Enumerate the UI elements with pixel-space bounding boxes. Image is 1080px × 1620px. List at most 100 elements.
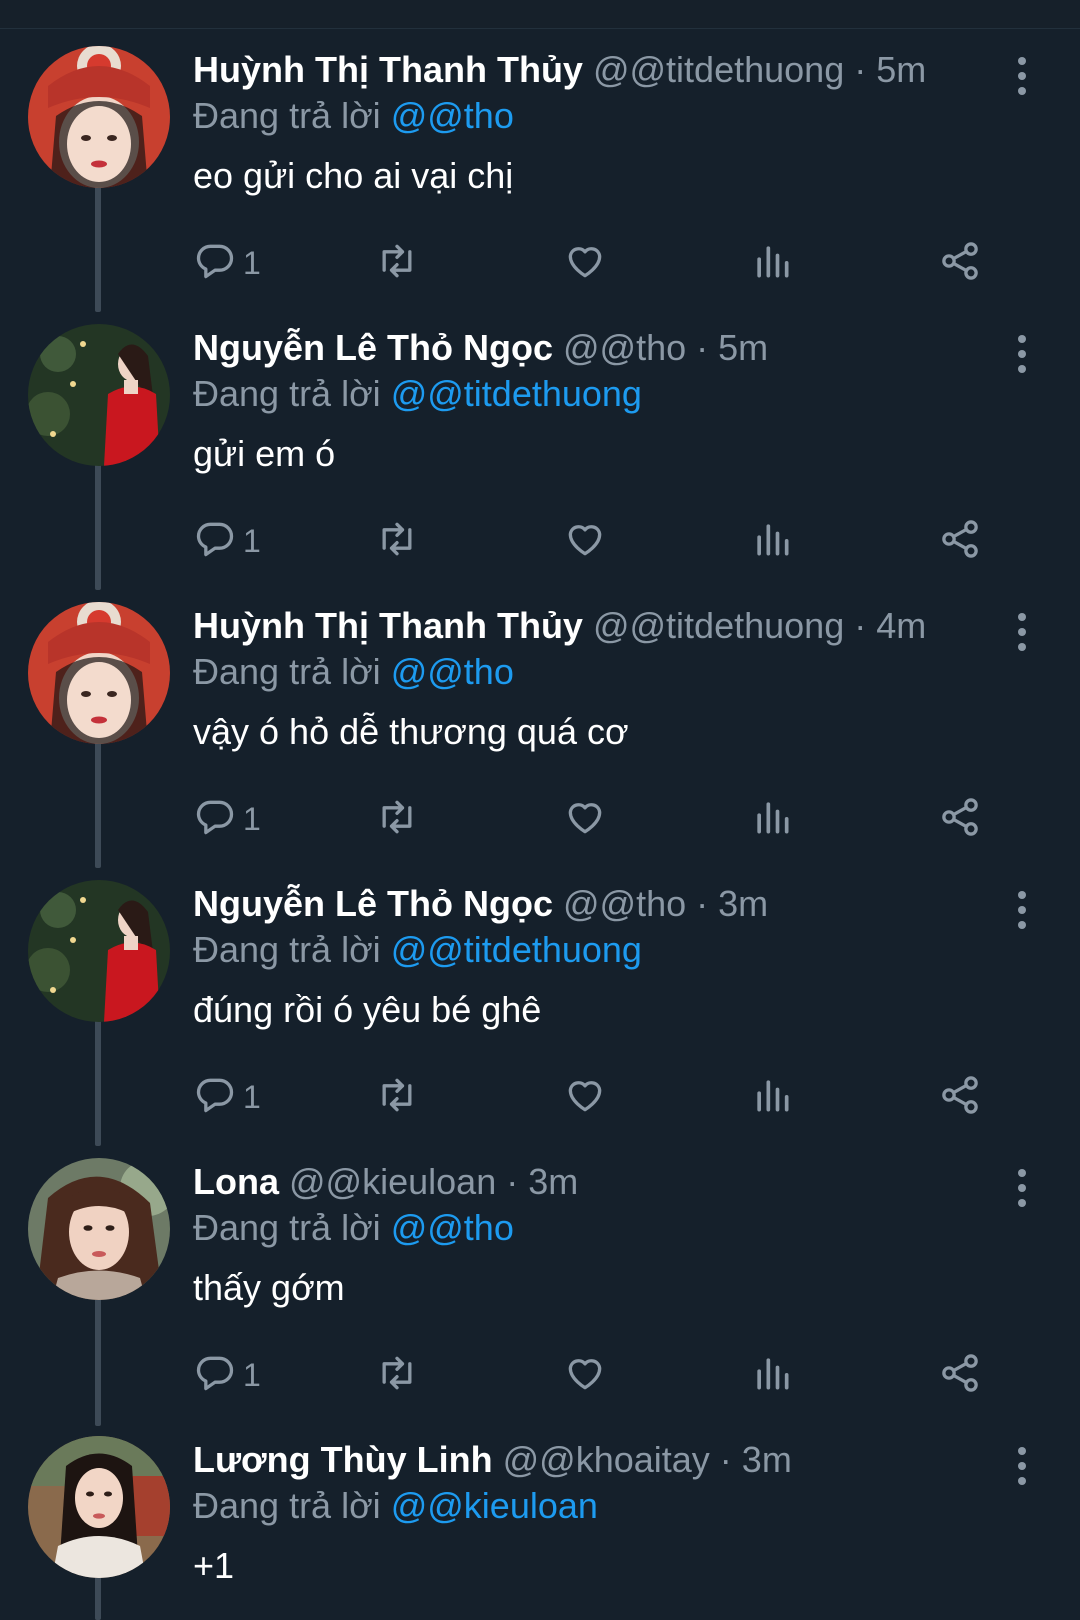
- reply-count: 1: [243, 244, 261, 281]
- replying-to-label: Đang trả lời: [193, 929, 381, 970]
- author-name[interactable]: Huỳnh Thị Thanh Thủy: [193, 49, 583, 90]
- tweet-text: vậy ó hỏ dễ thương quá cơ: [193, 711, 629, 752]
- replying-to: Đang trả lời @@tho: [193, 92, 514, 140]
- mention-link[interactable]: @@tho: [391, 95, 514, 136]
- avatar[interactable]: [28, 46, 170, 188]
- reply-tweet[interactable]: Nguyễn Lê Thỏ Ngọc @@tho · 5m Đang trả l…: [0, 306, 1080, 583]
- author-name[interactable]: Huỳnh Thị Thanh Thủy: [193, 605, 583, 646]
- reply-icon: [193, 1073, 237, 1122]
- reply-count: 1: [243, 800, 261, 837]
- more-vertical-icon[interactable]: [1010, 332, 1034, 376]
- share-icon: [938, 239, 982, 288]
- share-button[interactable]: [938, 1072, 982, 1122]
- views-button[interactable]: [750, 516, 794, 566]
- analytics-icon: [750, 1073, 794, 1122]
- tweet-actions: 1: [193, 516, 1033, 566]
- more-vertical-icon[interactable]: [1010, 1444, 1034, 1488]
- views-button[interactable]: [750, 1350, 794, 1400]
- views-button[interactable]: [750, 794, 794, 844]
- replying-to-label: Đang trả lời: [193, 651, 381, 692]
- author-handle-time: @@tho · 5m: [563, 327, 769, 368]
- retweet-button[interactable]: [375, 516, 419, 566]
- author-name[interactable]: Nguyễn Lê Thỏ Ngọc: [193, 883, 553, 924]
- share-button[interactable]: [938, 794, 982, 844]
- reply-button[interactable]: 1: [193, 1350, 261, 1400]
- like-button[interactable]: [563, 794, 607, 844]
- views-button[interactable]: [750, 238, 794, 288]
- author-handle-time: @@titdethuong · 4m: [592, 605, 927, 646]
- tweet-text: đúng rồi ó yêu bé ghê: [193, 989, 542, 1030]
- tweet-actions: 1: [193, 238, 1033, 288]
- tweet-text: thấy gớm: [193, 1267, 345, 1308]
- tweet-actions: 1: [193, 1350, 1033, 1400]
- mention-link[interactable]: @@tho: [391, 1207, 514, 1248]
- reply-tweet[interactable]: Lona @@kieuloan · 3m Đang trả lời @@tho …: [0, 1140, 1080, 1417]
- replying-to-label: Đang trả lời: [193, 95, 381, 136]
- more-vertical-icon[interactable]: [1010, 888, 1034, 932]
- avatar[interactable]: [28, 880, 170, 1022]
- mention-link[interactable]: @@tho: [391, 651, 514, 692]
- reply-tweet[interactable]: Huỳnh Thị Thanh Thủy @@titdethuong · 4m …: [0, 584, 1080, 861]
- replying-to: Đang trả lời @@tho: [193, 648, 514, 696]
- share-icon: [938, 1073, 982, 1122]
- retweet-button[interactable]: [375, 1072, 419, 1122]
- replying-to-label: Đang trả lời: [193, 1207, 381, 1248]
- share-icon: [938, 795, 982, 844]
- avatar[interactable]: [28, 1158, 170, 1300]
- author-handle-time: @@tho · 3m: [563, 883, 769, 924]
- replying-to: Đang trả lời @@kieuloan: [193, 1482, 598, 1530]
- retweet-button[interactable]: [375, 238, 419, 288]
- more-vertical-icon[interactable]: [1010, 54, 1034, 98]
- views-button[interactable]: [750, 1072, 794, 1122]
- replying-to: Đang trả lời @@tho: [193, 1204, 514, 1252]
- share-button[interactable]: [938, 238, 982, 288]
- author-name[interactable]: Lona: [193, 1161, 279, 1202]
- share-icon: [938, 517, 982, 566]
- tweet-text: gửi em ó: [193, 433, 336, 474]
- top-edge-bar: [0, 0, 1080, 29]
- avatar[interactable]: [28, 324, 170, 466]
- mention-link[interactable]: @@titdethuong: [391, 929, 642, 970]
- reply-icon: [193, 239, 237, 288]
- like-button[interactable]: [563, 238, 607, 288]
- retweet-button[interactable]: [375, 1350, 419, 1400]
- reply-button[interactable]: 1: [193, 1072, 261, 1122]
- avatar[interactable]: [28, 602, 170, 744]
- tweet-actions: 1: [193, 1072, 1033, 1122]
- retweet-button[interactable]: [375, 794, 419, 844]
- reply-icon: [193, 1351, 237, 1400]
- reply-button[interactable]: 1: [193, 794, 261, 844]
- reply-tweet[interactable]: Lương Thùy Linh @@khoaitay · 3m Đang trả…: [0, 1418, 1080, 1620]
- author-handle-time: @@khoaitay · 3m: [502, 1439, 792, 1480]
- share-icon: [938, 1351, 982, 1400]
- reply-button[interactable]: 1: [193, 238, 261, 288]
- like-button[interactable]: [563, 1072, 607, 1122]
- heart-icon: [563, 795, 607, 844]
- share-button[interactable]: [938, 516, 982, 566]
- tweet-header: Huỳnh Thị Thanh Thủy @@titdethuong · 5m: [193, 46, 970, 94]
- tweet-text: +1: [193, 1545, 235, 1586]
- more-vertical-icon[interactable]: [1010, 610, 1034, 654]
- tweet-text: eo gửi cho ai vại chị: [193, 155, 514, 196]
- like-button[interactable]: [563, 1350, 607, 1400]
- like-button[interactable]: [563, 516, 607, 566]
- reply-tweet[interactable]: Huỳnh Thị Thanh Thủy @@titdethuong · 5m …: [0, 28, 1080, 305]
- author-name[interactable]: Nguyễn Lê Thỏ Ngọc: [193, 327, 553, 368]
- analytics-icon: [750, 517, 794, 566]
- avatar[interactable]: [28, 1436, 170, 1578]
- retweet-icon: [375, 1073, 419, 1122]
- retweet-icon: [375, 239, 419, 288]
- tweet-header: Nguyễn Lê Thỏ Ngọc @@tho · 5m: [193, 324, 970, 372]
- mention-link[interactable]: @@kieuloan: [391, 1485, 598, 1526]
- replying-to: Đang trả lời @@titdethuong: [193, 926, 642, 974]
- more-vertical-icon[interactable]: [1010, 1166, 1034, 1210]
- share-button[interactable]: [938, 1350, 982, 1400]
- heart-icon: [563, 1073, 607, 1122]
- mention-link[interactable]: @@titdethuong: [391, 373, 642, 414]
- heart-icon: [563, 517, 607, 566]
- reply-button[interactable]: 1: [193, 516, 261, 566]
- analytics-icon: [750, 239, 794, 288]
- reply-tweet[interactable]: Nguyễn Lê Thỏ Ngọc @@tho · 3m Đang trả l…: [0, 862, 1080, 1139]
- replying-to: Đang trả lời @@titdethuong: [193, 370, 642, 418]
- author-name[interactable]: Lương Thùy Linh: [193, 1439, 493, 1480]
